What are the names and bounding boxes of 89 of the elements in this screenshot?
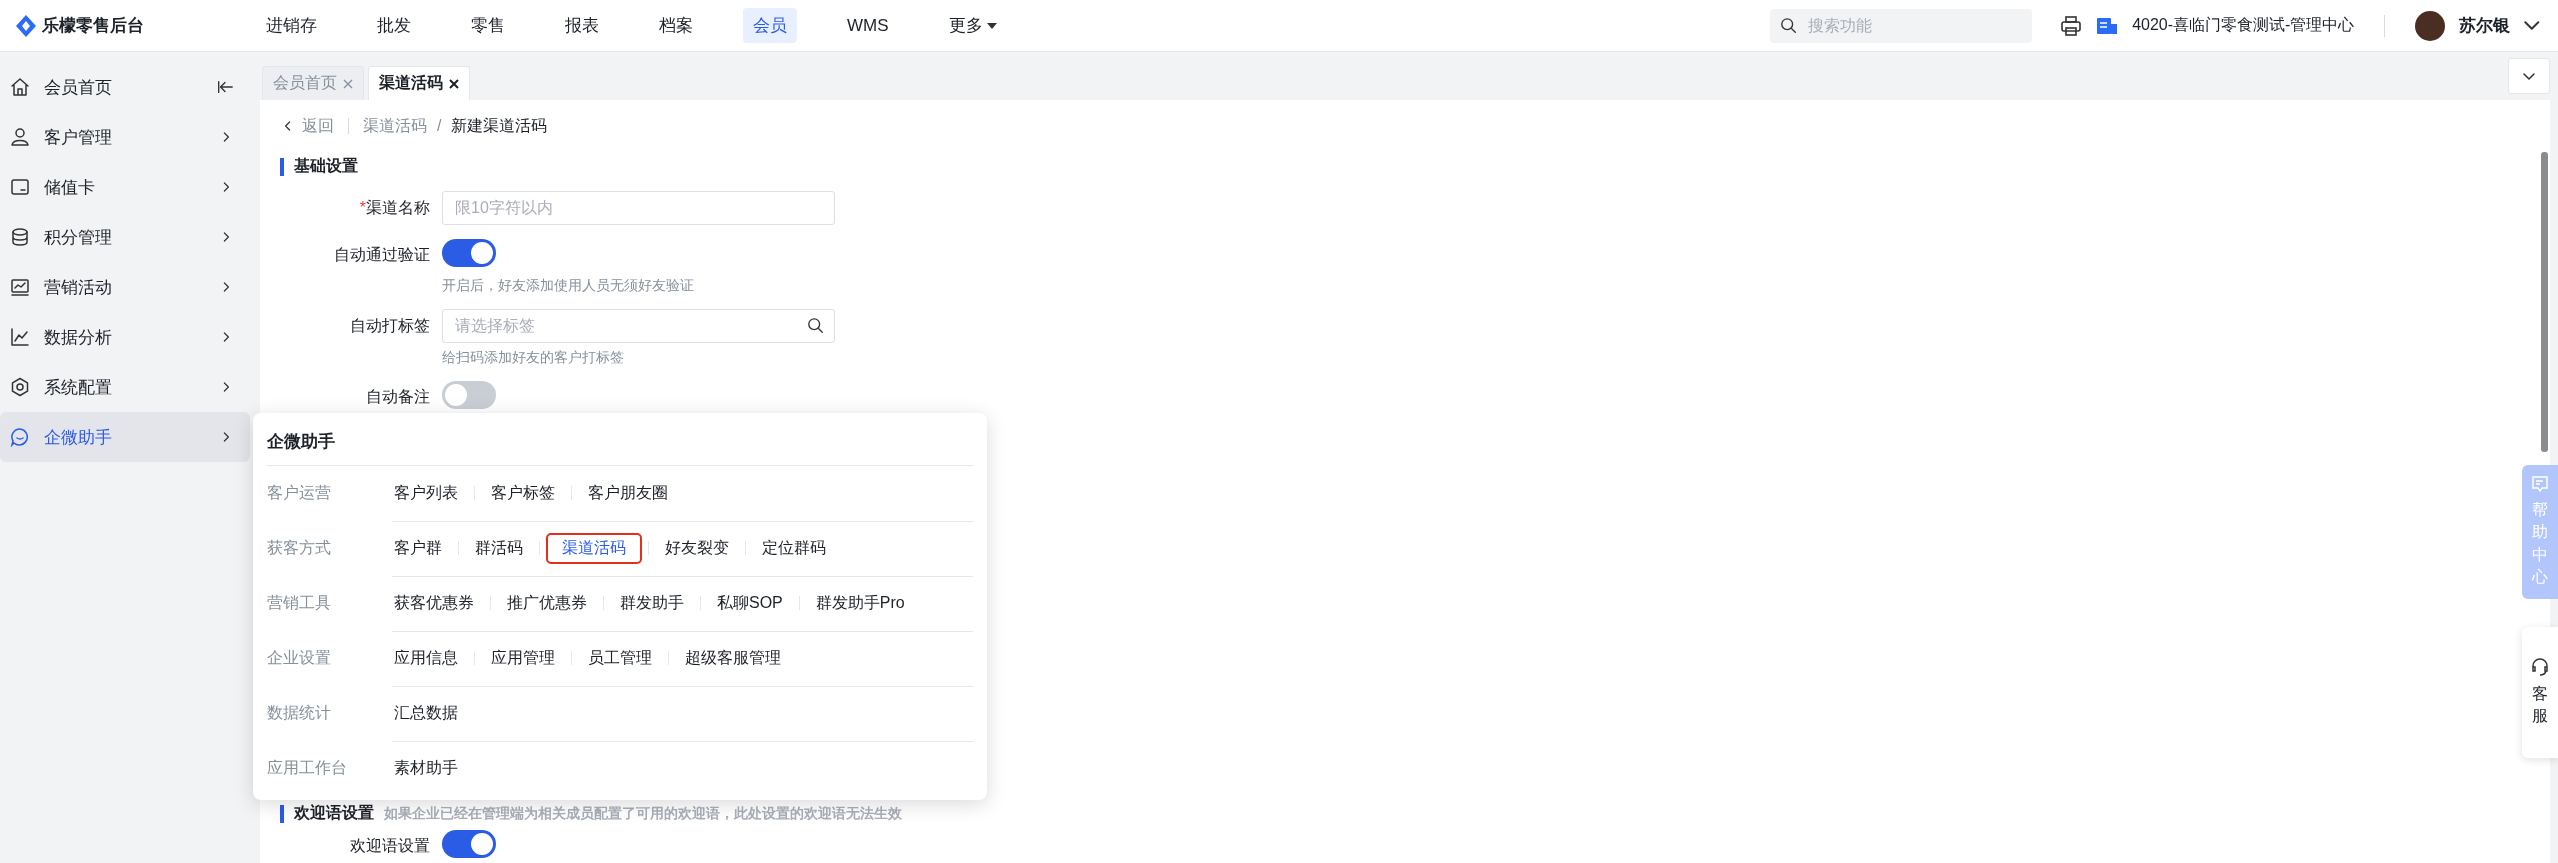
- user-name[interactable]: 苏尔银: [2459, 14, 2511, 37]
- submenu-link[interactable]: 获客优惠券: [392, 587, 484, 619]
- section-note: 如果企业已经在管理端为相关成员配置了可用的欢迎语，此处设置的欢迎语无法生效: [384, 804, 902, 823]
- nav-tab[interactable]: 会员: [743, 8, 797, 43]
- nav-tab[interactable]: WMS: [837, 8, 899, 43]
- nav-tab[interactable]: 报表: [555, 8, 609, 43]
- headset-icon: [2530, 657, 2550, 677]
- group-label: 获客方式: [267, 538, 332, 558]
- tabs-menu-button[interactable]: [2508, 58, 2550, 94]
- nav-tab[interactable]: 档案: [649, 8, 703, 43]
- person-icon: [10, 127, 30, 147]
- field-label: 自动通过验证: [333, 244, 430, 265]
- group-label: 客户运营: [267, 483, 332, 503]
- field-label: 自动打标签: [349, 315, 430, 336]
- field-hint: 给扫码添加好友的客户打标签: [442, 349, 625, 367]
- field-label: 欢迎语设置: [349, 835, 430, 856]
- submenu-link[interactable]: 超级客服管理: [675, 642, 791, 674]
- sidebar-item[interactable]: 会员首页: [0, 62, 250, 112]
- store-name[interactable]: 4020-喜临门零食测试-管理中心: [2132, 15, 2355, 36]
- section-title: 欢迎语设置: [294, 803, 374, 823]
- group-label: 企业设置: [267, 648, 332, 668]
- page-tab[interactable]: 渠道活码: [368, 66, 470, 100]
- logo-icon: [16, 14, 36, 37]
- scrollbar[interactable]: [2541, 152, 2548, 452]
- submenu-link[interactable]: 客户群: [392, 532, 452, 564]
- group-label: 应用工作台: [267, 758, 348, 778]
- submenu-link[interactable]: 应用管理: [481, 642, 565, 674]
- message-icon: [2531, 475, 2549, 493]
- submenu-link[interactable]: 客户朋友圈: [578, 477, 678, 509]
- sidebar-item[interactable]: 数据分析: [0, 312, 250, 362]
- chevron-down-icon: [2523, 72, 2535, 80]
- sidebar-item[interactable]: 客户管理: [0, 112, 250, 162]
- monitor-chart-icon: [10, 277, 30, 297]
- sidebar-item[interactable]: 积分管理: [0, 212, 250, 262]
- breadcrumb-item: 新建渠道活码: [451, 115, 548, 136]
- sidebar-item[interactable]: 企微助手: [0, 412, 250, 462]
- section-title: 基础设置: [294, 156, 358, 176]
- chat-icon: [10, 427, 30, 447]
- sidebar-item[interactable]: 系统配置: [0, 362, 250, 412]
- submenu-link[interactable]: 客户列表: [392, 477, 468, 509]
- nav-tab[interactable]: 零售: [461, 8, 515, 43]
- submenu-link[interactable]: 群发助手: [610, 587, 694, 619]
- hexagon-gear-icon: [10, 377, 30, 397]
- submenu-link[interactable]: 群活码: [465, 532, 533, 564]
- toggle-switch[interactable]: [442, 239, 496, 267]
- submenu-link[interactable]: 推广优惠券: [497, 587, 597, 619]
- group-label: 营销工具: [267, 593, 332, 613]
- submenu-link[interactable]: 定位群码: [752, 532, 836, 564]
- submenu-link[interactable]: 渠道活码: [546, 532, 642, 564]
- submenu-link[interactable]: 素材助手: [392, 753, 468, 784]
- field-label: 自动备注: [365, 386, 430, 407]
- submenu-link[interactable]: 私聊SOP: [707, 587, 793, 619]
- submenu-link[interactable]: 客户标签: [481, 477, 565, 509]
- submenu-link[interactable]: 汇总数据: [392, 697, 468, 729]
- coins-icon: [10, 227, 30, 247]
- section-marker: [280, 157, 284, 176]
- submenu-link[interactable]: 员工管理: [578, 642, 662, 674]
- group-label: 数据统计: [267, 703, 332, 723]
- field-hint: 开启后，好友添加使用人员无须好友验证: [442, 277, 695, 295]
- nav-tab[interactable]: 进销存: [256, 8, 327, 43]
- field-label: *渠道名称: [358, 197, 430, 218]
- avatar[interactable]: [2415, 10, 2446, 41]
- home-icon: [10, 77, 30, 97]
- toggle-switch[interactable]: [442, 381, 496, 409]
- input-field[interactable]: 限10字符以内: [442, 191, 835, 225]
- store-icon: [2096, 15, 2119, 36]
- nav-tab[interactable]: 批发: [367, 8, 421, 43]
- nav-tab[interactable]: 更多: [938, 8, 1007, 43]
- line-chart-icon: [10, 327, 30, 347]
- printer-icon[interactable]: [2060, 14, 2083, 37]
- search-icon: [807, 317, 825, 335]
- close-icon[interactable]: [449, 78, 459, 89]
- customer-service-button[interactable]: 客服: [2522, 627, 2558, 758]
- submenu-link[interactable]: 好友裂变: [655, 532, 739, 564]
- collapse-icon: [216, 78, 234, 96]
- sidebar-item[interactable]: 储值卡: [0, 162, 250, 212]
- sidebar-item[interactable]: 营销活动: [0, 262, 250, 312]
- toggle-switch[interactable]: [442, 830, 496, 858]
- section-marker: [280, 804, 284, 823]
- submenu-link[interactable]: 群发助手Pro: [805, 587, 915, 619]
- popup-title: 企微助手: [267, 430, 335, 453]
- search-field[interactable]: 搜索功能: [1770, 8, 2033, 43]
- chevron-down-icon: [2524, 20, 2540, 31]
- tag-select-field[interactable]: 请选择标签: [442, 309, 835, 343]
- card-icon: [10, 177, 30, 197]
- caret-icon: [986, 22, 997, 29]
- submenu-link[interactable]: 应用信息: [392, 642, 468, 674]
- app-title: 乐檬零售后台: [42, 15, 144, 37]
- breadcrumb-separator: /: [437, 117, 442, 135]
